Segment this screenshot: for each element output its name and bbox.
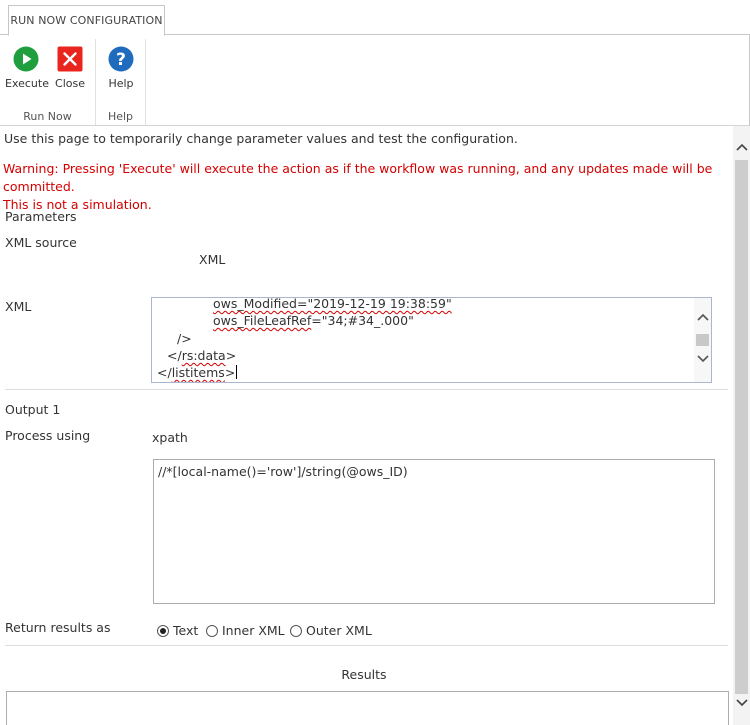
page-scrollbar-thumb[interactable] — [735, 160, 748, 694]
xml-label: XML — [5, 299, 32, 314]
execute-button[interactable]: Execute — [5, 46, 49, 90]
xml-line-rs-data: </rs:data> — [167, 348, 236, 363]
results-heading: Results — [341, 667, 387, 682]
warning-text: Warning: Pressing 'Execute' will execute… — [3, 160, 731, 214]
divider — [5, 389, 728, 390]
tab-bar: RUN NOW CONFIGURATION — [0, 0, 750, 36]
warning-line-2: This is not a simulation. — [3, 197, 152, 212]
help-icon: ? — [108, 46, 134, 72]
xml-source-value[interactable]: XML — [199, 252, 225, 267]
svg-text:?: ? — [116, 50, 126, 70]
chevron-up-icon[interactable] — [694, 310, 711, 324]
radio-inner-xml[interactable]: Inner XML — [206, 623, 285, 638]
ribbon-group-label-run-now: Run Now — [23, 110, 72, 123]
chevron-up-icon[interactable] — [733, 140, 750, 154]
process-using-label: Process using — [5, 428, 91, 443]
xml-attr-fileleafref: ows_FileLeafRef — [213, 313, 312, 328]
close-icon — [57, 46, 83, 72]
xml-tag-open: </ — [157, 365, 172, 380]
tab-run-now-configuration[interactable]: RUN NOW CONFIGURATION — [8, 5, 165, 36]
radio-dot-selected[interactable] — [157, 624, 169, 637]
xml-attr-fileleafref-value: ="34;#34_.000" — [311, 313, 414, 328]
xml-line-listitems: </listitems> — [157, 365, 238, 380]
return-results-label: Return results as — [5, 620, 111, 635]
xml-line-modified-text: ows_Modified="2019-12-19 19:38:59" — [213, 297, 452, 311]
xml-scrollbar-thumb[interactable] — [696, 334, 709, 346]
xml-tag-open: </ — [167, 348, 182, 363]
xml-textarea[interactable]: ows_Modified="2019-12-19 19:38:59" ows_F… — [151, 297, 712, 383]
text-caret — [236, 365, 238, 379]
xml-line-self-close: /> — [177, 331, 192, 346]
radio-text[interactable]: Text — [157, 623, 198, 638]
play-icon — [13, 46, 39, 72]
xml-tag-rs-data: rs:data — [181, 348, 226, 363]
radio-inner-xml-label: Inner XML — [222, 623, 285, 638]
radio-text-label: Text — [173, 623, 199, 638]
chevron-down-icon[interactable] — [733, 696, 750, 710]
execute-label: Execute — [5, 77, 49, 90]
radio-outer-xml[interactable]: Outer XML — [290, 623, 372, 638]
results-textarea[interactable] — [6, 691, 729, 725]
xml-line-fileleafref: ows_FileLeafRef="34;#34_.000" — [213, 313, 414, 328]
main-content: Use this page to temporarily change para… — [0, 126, 733, 725]
xml-tag-listitems: listitems — [171, 365, 225, 380]
chevron-down-icon[interactable] — [694, 352, 711, 366]
help-label: Help — [108, 77, 134, 90]
ribbon: Execute Close Run Now ? Help Help — [0, 35, 750, 126]
parameters-heading: Parameters — [5, 209, 77, 224]
xpath-textarea[interactable]: //*[local-name()='row']/string(@ows_ID) — [153, 459, 715, 604]
ribbon-group-run-now: Execute Close Run Now — [0, 39, 96, 125]
xml-tag-close: > — [224, 365, 236, 380]
help-button[interactable]: ? Help — [100, 46, 142, 90]
xml-source-label: XML source — [5, 235, 77, 250]
xml-line-modified: ows_Modified="2019-12-19 19:38:59" — [213, 297, 452, 311]
warning-line-1: Warning: Pressing 'Execute' will execute… — [3, 161, 713, 194]
intro-text: Use this page to temporarily change para… — [4, 131, 518, 146]
divider — [5, 645, 728, 646]
radio-dot[interactable] — [206, 624, 218, 637]
xpath-expression: //*[local-name()='row']/string(@ows_ID) — [158, 464, 408, 479]
radio-dot[interactable] — [290, 624, 302, 637]
radio-outer-xml-label: Outer XML — [306, 623, 372, 638]
ribbon-group-help: ? Help Help — [96, 39, 146, 125]
close-label: Close — [55, 77, 85, 90]
output-heading: Output 1 — [5, 402, 61, 417]
xml-tag-close: > — [225, 348, 237, 363]
ribbon-group-label-help: Help — [107, 110, 134, 123]
xml-scrollbar[interactable] — [694, 298, 711, 382]
close-button[interactable]: Close — [49, 46, 91, 90]
process-using-value[interactable]: xpath — [152, 430, 188, 445]
page-scrollbar[interactable] — [733, 126, 750, 725]
